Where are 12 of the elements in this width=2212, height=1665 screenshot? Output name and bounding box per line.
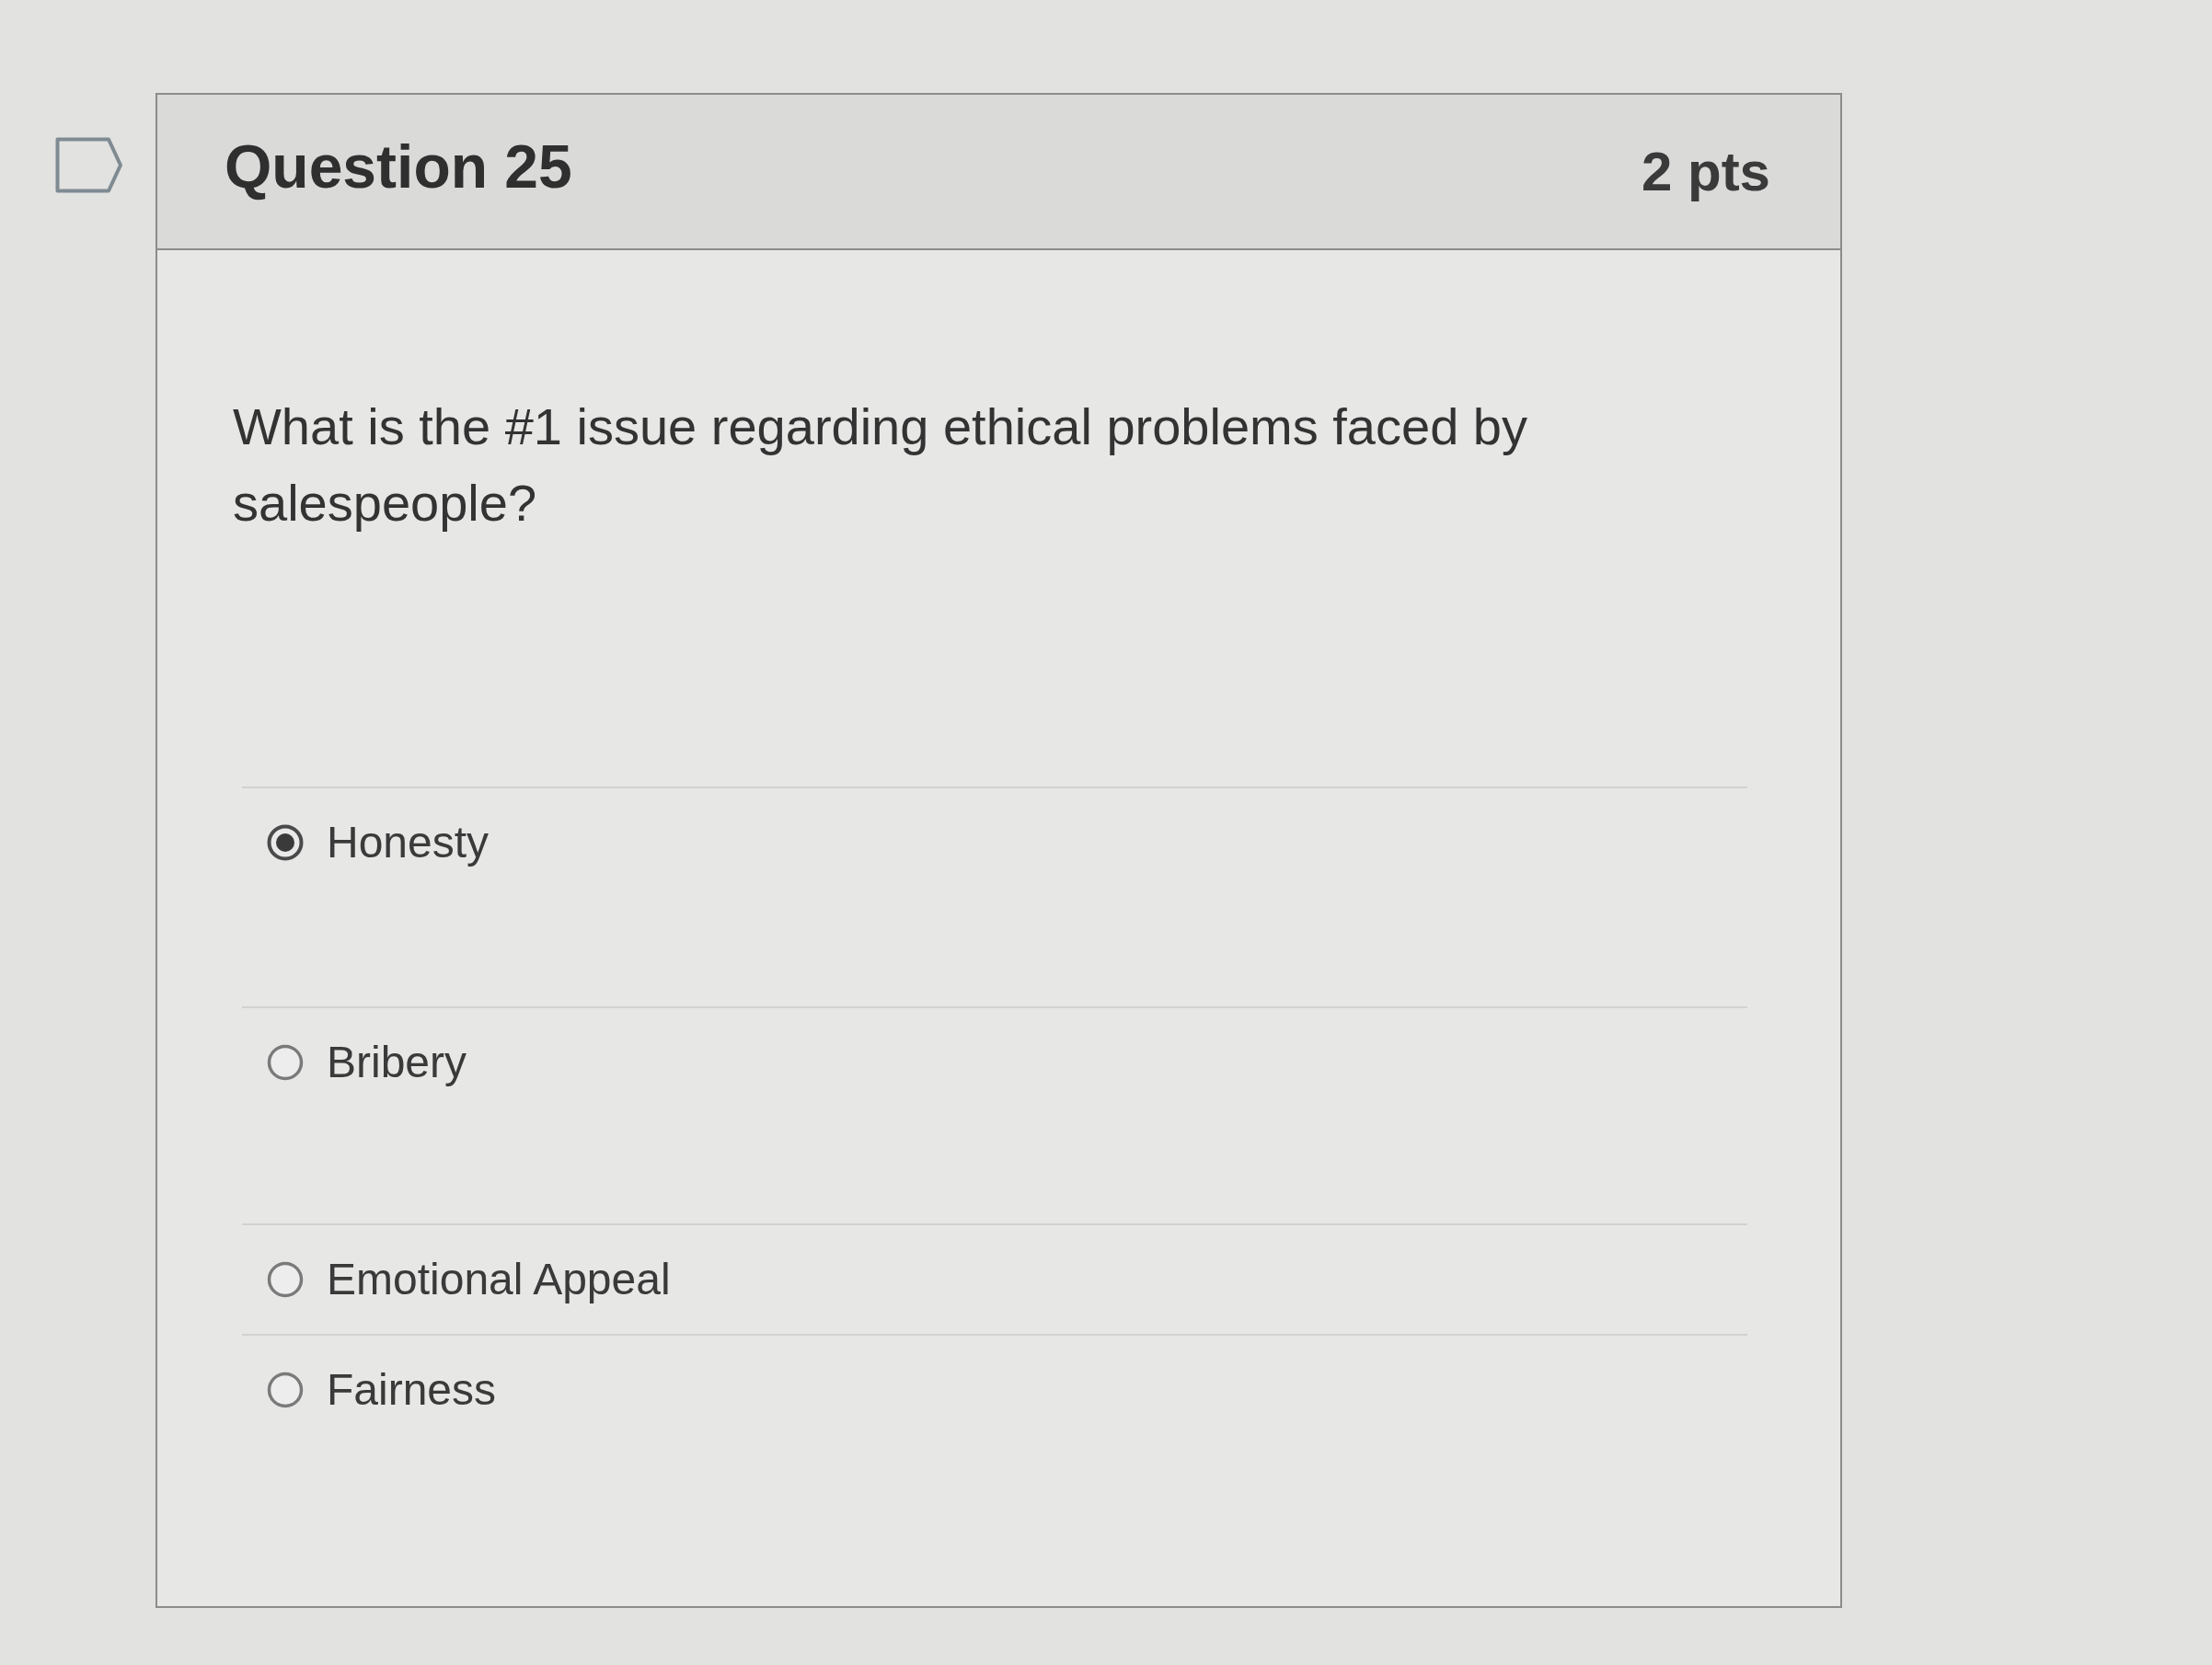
question-text: What is the #1 issue regarding ethical problems faced by salespeople? xyxy=(233,396,1528,534)
radio-button[interactable] xyxy=(267,824,304,861)
answer-label[interactable]: Honesty xyxy=(327,816,490,869)
answer-label[interactable]: Bribery xyxy=(327,1036,467,1089)
radio-button[interactable] xyxy=(267,1044,304,1081)
answer-label[interactable]: Fairness xyxy=(327,1363,497,1417)
radio-button[interactable] xyxy=(267,1261,304,1298)
flag-icon[interactable] xyxy=(55,137,123,193)
points-label: 2 pts xyxy=(1641,139,1770,204)
question-title: Question 25 xyxy=(225,131,572,201)
answer-label[interactable]: Emotional Appeal xyxy=(327,1253,671,1306)
radio-button[interactable] xyxy=(267,1372,304,1408)
